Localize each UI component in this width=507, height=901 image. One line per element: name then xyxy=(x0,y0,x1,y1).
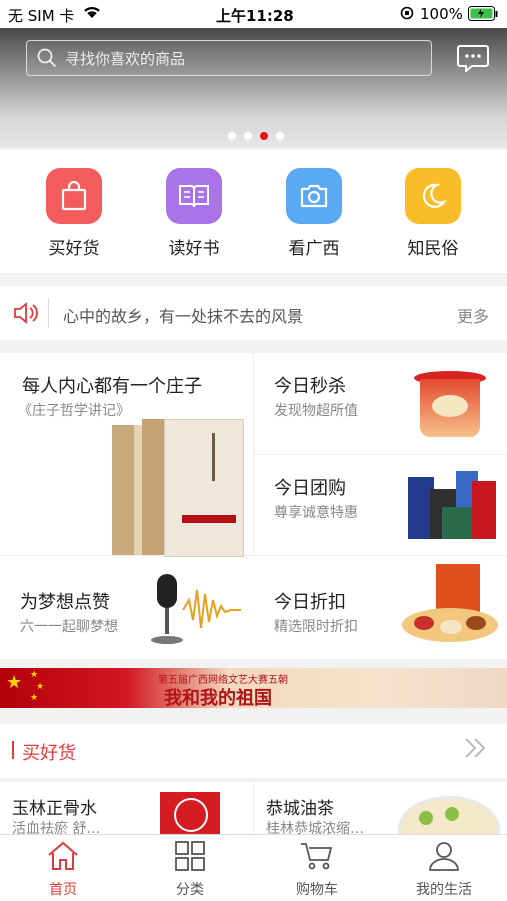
cart-icon xyxy=(300,843,334,875)
product-card[interactable]: 玉林正骨水 活血祛瘀 舒… xyxy=(0,782,253,834)
tab-my-life[interactable]: 我的生活 xyxy=(381,841,507,899)
search-placeholder: 寻找你喜欢的商品 xyxy=(65,50,186,68)
carousel-dot[interactable] xyxy=(276,132,284,140)
battery-icon xyxy=(468,6,498,26)
promo-title: 为梦想点赞 xyxy=(20,592,110,613)
category-label: 看广西 xyxy=(288,239,340,259)
speaker-icon xyxy=(12,301,40,329)
notice-bar[interactable]: 心中的故乡，有一处抹不去的风景 更多 xyxy=(0,286,507,340)
star-icon: ★ xyxy=(30,693,39,703)
category-label: 买好货 xyxy=(48,239,100,259)
promo-subtitle: 发现物超所值 xyxy=(274,403,358,419)
section-title: 买好货 xyxy=(22,743,76,764)
category-bar: 买好货 读好书 看广西 知民俗 xyxy=(0,150,507,273)
product-desc: 桂林恭城浓缩… xyxy=(266,821,364,834)
orientation-lock-icon xyxy=(400,6,414,24)
camera-icon xyxy=(286,168,342,224)
promo-subtitle: 精选限时折扣 xyxy=(274,619,358,635)
tab-label: 分类 xyxy=(176,882,204,898)
star-icon: ★ xyxy=(6,672,23,693)
gift-basket-image xyxy=(402,564,498,650)
star-icon: ★ xyxy=(30,670,39,680)
promo-subtitle: 尊享诚意特惠 xyxy=(274,505,358,521)
moon-icon xyxy=(405,168,461,224)
book-icon xyxy=(166,168,222,224)
book-image xyxy=(112,415,244,557)
promo-grid: 每人内心都有一个庄子 《庄子哲学讲记》 今日秒杀 发现物超所值 今日团购 尊享诚… xyxy=(0,353,507,659)
user-icon xyxy=(427,842,461,875)
tab-label: 首页 xyxy=(49,882,77,898)
category-buy-goods[interactable]: 买好货 xyxy=(24,168,124,259)
promo-title: 今日折扣 xyxy=(274,592,346,613)
tab-home[interactable]: 首页 xyxy=(0,841,126,899)
section-header: 买好货 xyxy=(0,724,507,778)
promo-flash-sale[interactable]: 今日秒杀 发现物超所值 xyxy=(254,353,507,454)
product-desc: 活血祛瘀 舒… xyxy=(12,821,101,834)
product-card[interactable]: 恭城油茶 桂林恭城浓缩… xyxy=(254,782,507,834)
carousel-dot-active[interactable] xyxy=(260,132,268,140)
noodle-cup-image xyxy=(414,371,486,441)
patriotic-banner[interactable]: ★ ★ ★ ★ 第五届广西网络文艺大赛五朝 我和我的祖国 xyxy=(0,668,507,709)
home-icon xyxy=(46,841,80,875)
category-read-books[interactable]: 读好书 xyxy=(144,168,244,259)
double-chevron-right-icon[interactable] xyxy=(463,737,487,763)
grid-icon xyxy=(174,841,206,875)
divider xyxy=(48,298,49,328)
carrier-label: 无 SIM 卡 xyxy=(8,7,75,25)
star-icon: ★ xyxy=(36,682,45,692)
section-marker xyxy=(12,741,14,759)
tab-category[interactable]: 分类 xyxy=(127,841,253,899)
tab-label: 购物车 xyxy=(296,882,338,898)
battery-percent: 100% xyxy=(420,5,463,23)
search-input[interactable]: 寻找你喜欢的商品 xyxy=(26,40,432,76)
product-image xyxy=(160,792,220,834)
promo-group-buy[interactable]: 今日团购 尊享诚意特惠 xyxy=(254,455,507,555)
promo-title: 每人内心都有一个庄子 xyxy=(22,376,202,397)
promo-subtitle: 六一一起聊梦想 xyxy=(20,619,118,635)
category-label: 知民俗 xyxy=(407,239,459,259)
tab-cart[interactable]: 购物车 xyxy=(254,841,380,899)
carousel-dot[interactable] xyxy=(228,132,236,140)
status-bar: 无 SIM 卡 上午11:28 100% xyxy=(0,0,507,28)
more-link[interactable]: 更多 xyxy=(457,303,489,327)
promo-book[interactable]: 每人内心都有一个庄子 《庄子哲学讲记》 xyxy=(0,353,253,557)
product-list: 玉林正骨水 活血祛瘀 舒… 恭城油茶 桂林恭城浓缩… xyxy=(0,782,507,834)
product-name: 玉林正骨水 xyxy=(12,799,97,819)
notice-text: 心中的故乡，有一处抹不去的风景 xyxy=(63,307,304,326)
clock: 上午11:28 xyxy=(216,7,294,25)
snacks-image xyxy=(406,467,498,543)
product-image xyxy=(398,796,500,834)
promo-discount[interactable]: 今日折扣 精选限时折扣 xyxy=(254,556,507,659)
category-label: 读好书 xyxy=(168,239,220,259)
message-icon[interactable] xyxy=(457,44,489,76)
product-name: 恭城油茶 xyxy=(266,799,334,819)
promo-title: 今日秒杀 xyxy=(274,376,346,397)
microphone-icon xyxy=(145,570,245,650)
shopping-bag-icon xyxy=(46,168,102,224)
category-folk-custom[interactable]: 知民俗 xyxy=(383,168,483,259)
promo-dream[interactable]: 为梦想点赞 六一一起聊梦想 xyxy=(0,556,253,659)
search-icon xyxy=(37,48,57,72)
banner-headline: 我和我的祖国 xyxy=(164,688,272,709)
wifi-icon xyxy=(82,3,102,25)
carousel-indicator xyxy=(228,125,292,144)
promo-title: 今日团购 xyxy=(274,478,346,499)
tab-bar: 首页 分类 购物车 我的生活 xyxy=(0,834,507,901)
category-see-guangxi[interactable]: 看广西 xyxy=(264,168,364,259)
carousel-dot[interactable] xyxy=(244,132,252,140)
tab-label: 我的生活 xyxy=(416,882,472,898)
